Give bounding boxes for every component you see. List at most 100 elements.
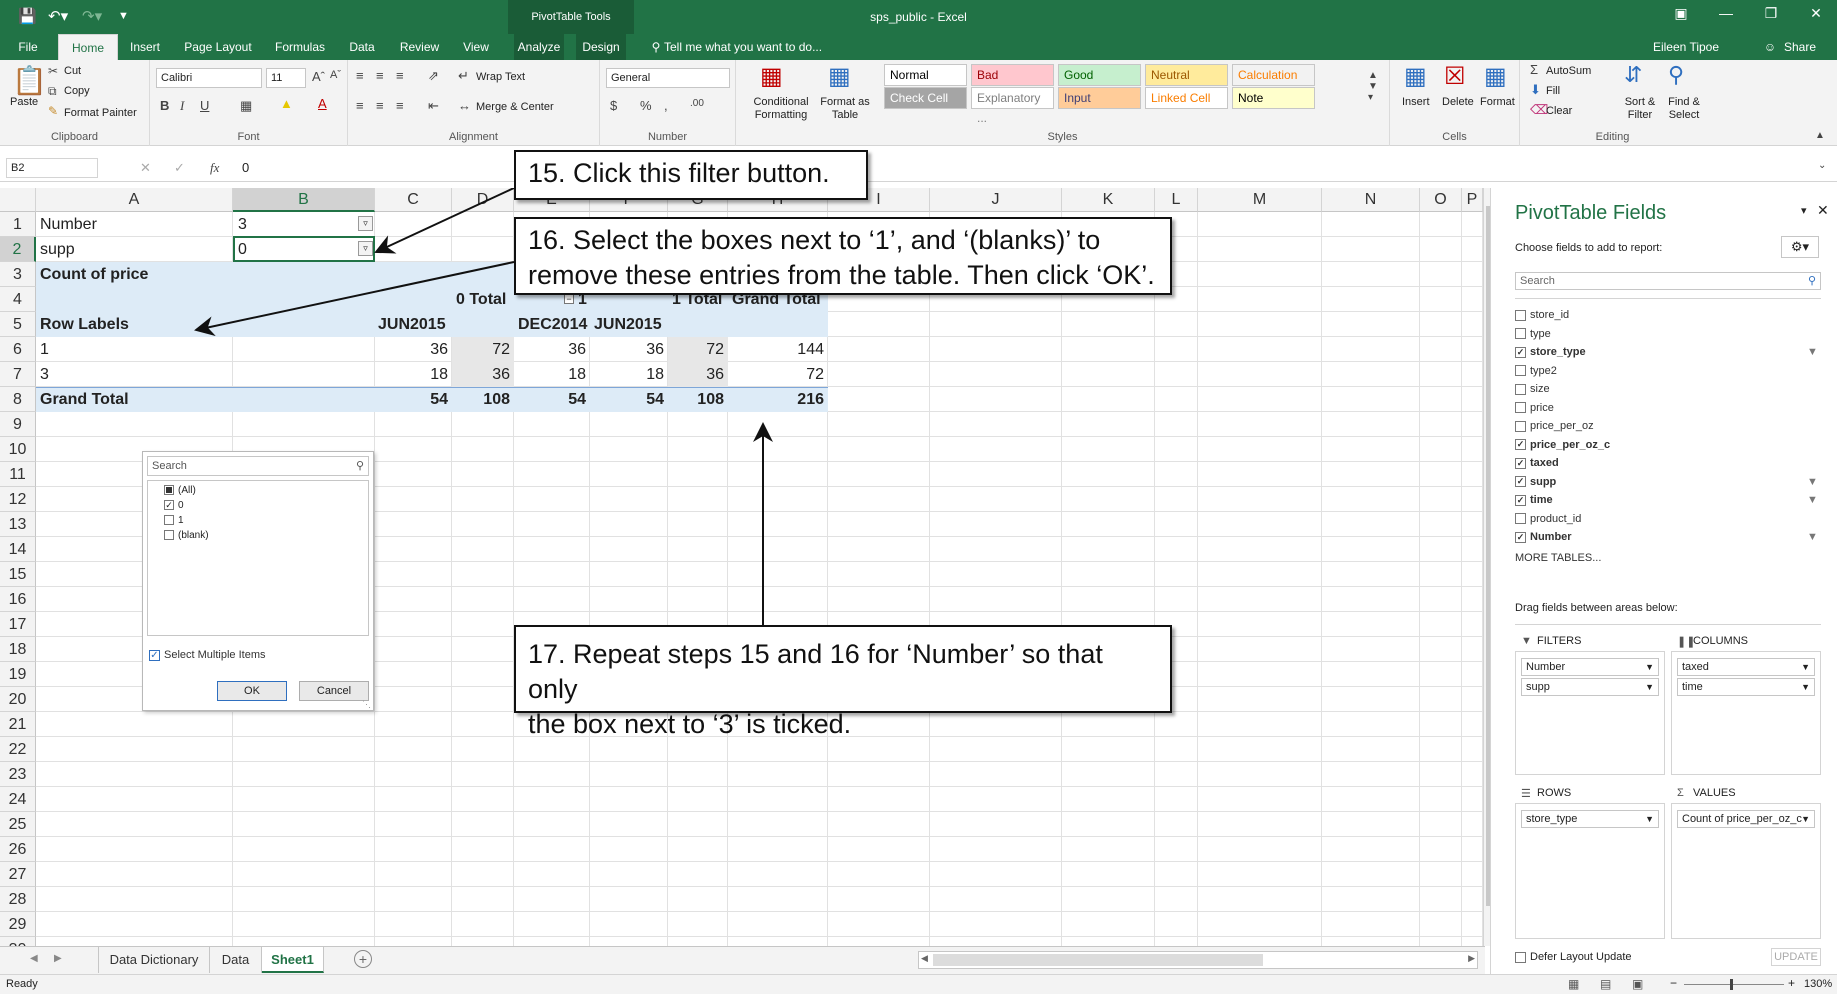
normal-view-icon[interactable]: ▦ <box>1568 977 1579 991</box>
chevron-down-icon[interactable]: ▼ <box>1645 811 1654 827</box>
autosum-button[interactable]: AutoSum <box>1546 65 1591 77</box>
scroll-right-icon[interactable]: ▶ <box>1468 953 1475 964</box>
tab-review[interactable]: Review <box>392 34 447 60</box>
orientation-icon[interactable]: ⇗ <box>428 68 439 84</box>
page-layout-view-icon[interactable]: ▤ <box>1600 977 1611 991</box>
conditional-formatting-icon[interactable]: ▦ <box>760 62 783 91</box>
value-chip-count[interactable]: Count of price_per_oz_c ▼ <box>1677 810 1815 828</box>
delete-button[interactable]: Delete <box>1442 96 1474 108</box>
field-product-id[interactable]: product_id <box>1515 513 1581 525</box>
scroll-left-icon[interactable]: ◀ <box>921 953 928 964</box>
horizontal-scrollbar[interactable]: ◀ ▶ <box>918 951 1478 969</box>
enter-formula-icon[interactable]: ✓ <box>174 160 185 176</box>
collapse-ribbon-icon[interactable]: ▲ <box>1815 130 1825 141</box>
shrink-font-icon[interactable]: Aˇ <box>330 69 341 81</box>
format-cells-icon[interactable]: ▦ <box>1484 62 1507 91</box>
paste-button[interactable]: Paste <box>10 96 38 108</box>
field-store-type[interactable]: ✓ store_type <box>1515 346 1586 358</box>
tab-formulas[interactable]: Formulas <box>270 34 330 60</box>
italic-icon[interactable]: I <box>180 98 184 114</box>
zoom-level[interactable]: 130% <box>1804 978 1832 990</box>
update-button[interactable]: UPDATE <box>1771 948 1821 966</box>
defer-update-row[interactable]: Defer Layout Update <box>1515 951 1632 963</box>
name-box[interactable]: B2 <box>6 158 98 178</box>
zoom-slider[interactable] <box>1684 984 1784 985</box>
copy-button[interactable]: Copy <box>64 85 90 97</box>
chevron-down-icon[interactable]: ▼ <box>1645 679 1654 695</box>
zoom-out-icon[interactable]: − <box>1670 976 1677 990</box>
wrap-text-button[interactable]: Wrap Text <box>476 71 525 83</box>
insert-cells-icon[interactable]: ▦ <box>1404 62 1427 91</box>
cell-style-2[interactable]: Good <box>1058 64 1141 86</box>
field-filter-icon[interactable]: ▼ <box>1807 531 1818 543</box>
sort-filter-button[interactable]: Sort & Filter <box>1620 96 1660 122</box>
insert-function-icon[interactable]: fx <box>210 160 219 176</box>
tab-insert[interactable]: Insert <box>124 34 166 60</box>
field-checkbox[interactable]: ✓ <box>1515 346 1526 358</box>
field-checkbox[interactable] <box>1515 402 1526 414</box>
underline-icon[interactable]: U <box>200 98 209 113</box>
zoom-slider-thumb[interactable] <box>1730 979 1733 990</box>
defer-update-checkbox[interactable] <box>1515 951 1526 963</box>
field-checkbox[interactable]: ✓ <box>1515 457 1526 469</box>
tab-design[interactable]: Design <box>576 34 626 60</box>
field-time[interactable]: ✓ time <box>1515 494 1553 506</box>
filters-area[interactable]: Number ▼ supp ▼ <box>1515 651 1665 775</box>
tab-analyze[interactable]: Analyze <box>514 34 564 60</box>
field-checkbox[interactable] <box>1515 420 1526 432</box>
expand-formula-icon[interactable]: ⌄ <box>1818 160 1826 171</box>
sheet-tab-sheet1[interactable]: Sheet1 <box>262 947 324 973</box>
fill-icon[interactable]: ⬇ <box>1530 82 1541 98</box>
tab-page-layout[interactable]: Page Layout <box>178 34 258 60</box>
page-break-view-icon[interactable]: ▣ <box>1632 977 1643 991</box>
next-sheet-icon[interactable]: ▶ <box>54 953 62 964</box>
ribbon-display-icon[interactable]: ▣ <box>1661 5 1701 22</box>
cell-style-9[interactable]: Note <box>1232 87 1315 109</box>
cell-style-4[interactable]: Calculation <box>1232 64 1315 86</box>
worksheet-grid[interactable]: ABCDEFGHIJKLMNOP 12345678910111213141516… <box>0 150 1497 962</box>
cell-style-3[interactable]: Neutral <box>1145 64 1228 86</box>
fill-button[interactable]: Fill <box>1546 85 1560 97</box>
align-bottom-icon[interactable]: ≡ <box>396 68 404 83</box>
format-as-table-button[interactable]: Format as Table <box>818 96 872 122</box>
number-format-select[interactable]: General <box>606 68 730 88</box>
field-filter-icon[interactable]: ▼ <box>1807 476 1818 488</box>
gear-icon[interactable]: ⚙▾ <box>1781 236 1819 258</box>
field-store-id[interactable]: store_id <box>1515 309 1569 321</box>
share-button[interactable]: Share <box>1778 34 1822 60</box>
field-price[interactable]: price <box>1515 402 1554 414</box>
format-as-table-icon[interactable]: ▦ <box>828 62 851 91</box>
format-painter-icon[interactable]: ✎ <box>48 104 58 118</box>
decimal-icon[interactable]: .00 <box>690 98 704 109</box>
pane-close-icon[interactable]: ✕ <box>1817 202 1829 219</box>
tab-home[interactable]: Home <box>58 34 118 60</box>
wrap-text-icon[interactable]: ↵ <box>458 68 469 84</box>
find-select-icon[interactable]: ⚲ <box>1668 62 1684 88</box>
horizontal-scroll-thumb[interactable] <box>933 954 1263 966</box>
field-filter-icon[interactable]: ▼ <box>1807 494 1818 506</box>
currency-icon[interactable]: $ <box>610 98 617 113</box>
field-checkbox[interactable] <box>1515 365 1526 377</box>
cancel-formula-icon[interactable]: ✕ <box>140 160 151 176</box>
cell-style-0[interactable]: Normal <box>884 64 967 86</box>
user-name[interactable]: Eileen Tipoe <box>1646 34 1726 60</box>
field-price-per-oz[interactable]: price_per_oz <box>1515 420 1594 432</box>
rows-area[interactable]: store_type ▼ <box>1515 803 1665 939</box>
column-chip-time[interactable]: time ▼ <box>1677 678 1815 696</box>
prev-sheet-icon[interactable]: ◀ <box>30 953 38 964</box>
cell-style-1[interactable]: Bad <box>971 64 1054 86</box>
columns-area[interactable]: taxed ▼ time ▼ <box>1671 651 1821 775</box>
comma-icon[interactable]: , <box>664 98 668 113</box>
field-search-input[interactable]: Search ⚲ <box>1515 272 1821 290</box>
field-checkbox[interactable] <box>1515 513 1526 525</box>
cell-style-7[interactable]: Input <box>1058 87 1141 109</box>
tell-me-box[interactable]: Tell me what you want to do... <box>664 34 834 60</box>
field-checkbox[interactable] <box>1515 328 1526 340</box>
insert-button[interactable]: Insert <box>1402 96 1430 108</box>
copy-icon[interactable]: ⧉ <box>48 84 57 99</box>
field-checkbox[interactable]: ✓ <box>1515 476 1526 488</box>
chevron-down-icon[interactable]: ▼ <box>1801 679 1810 695</box>
field-checkbox[interactable]: ✓ <box>1515 439 1526 451</box>
font-color-icon[interactable]: A <box>318 96 327 111</box>
minimize-icon[interactable]: — <box>1706 5 1746 21</box>
